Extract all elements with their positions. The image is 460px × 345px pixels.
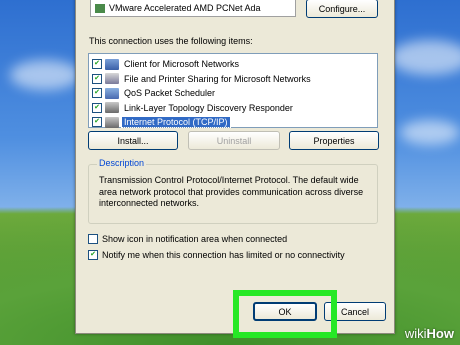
notify-option[interactable]: ✔ Notify me when this connection has lim… bbox=[88, 250, 345, 260]
ok-button-highlight-frame bbox=[233, 290, 337, 338]
checkbox-client[interactable]: ✔ bbox=[92, 59, 102, 70]
checkbox-qos[interactable]: ✔ bbox=[92, 88, 102, 99]
description-text: Transmission Control Protocol/Internet P… bbox=[99, 175, 364, 208]
item-label: Client for Microsoft Networks bbox=[124, 59, 240, 70]
description-title: Description bbox=[97, 158, 147, 168]
wikihow-watermark: wikiHow bbox=[405, 326, 454, 341]
configure-button[interactable]: Configure... bbox=[306, 0, 378, 18]
item-label: File and Printer Sharing for Microsoft N… bbox=[124, 73, 311, 84]
cloud bbox=[390, 40, 460, 75]
show-icon-option[interactable]: Show icon in notification area when conn… bbox=[88, 234, 287, 244]
components-list[interactable]: ✔ Client for Microsoft Networks ✔ File a… bbox=[88, 53, 378, 130]
items-heading: This connection uses the following items… bbox=[89, 36, 253, 46]
properties-button[interactable]: Properties bbox=[289, 131, 379, 150]
cloud bbox=[400, 120, 460, 145]
uninstall-button[interactable]: Uninstall bbox=[188, 131, 280, 150]
list-item[interactable]: ✔ QoS Packet Scheduler bbox=[89, 86, 377, 101]
item-label: Link-Layer Topology Discovery Responder bbox=[124, 102, 293, 113]
notify-checkbox[interactable]: ✔ bbox=[88, 250, 98, 260]
install-button[interactable]: Install... bbox=[88, 131, 178, 150]
qos-scheduler-icon bbox=[105, 87, 119, 99]
protocol-icon bbox=[105, 116, 119, 128]
list-item[interactable]: ✔ File and Printer Sharing for Microsoft… bbox=[89, 72, 377, 87]
item-label: Internet Protocol (TCP/IP) bbox=[121, 116, 231, 129]
network-adapter-icon bbox=[95, 3, 105, 13]
item-label: QoS Packet Scheduler bbox=[124, 88, 216, 99]
local-area-connection-properties-dialog: VMware Accelerated AMD PCNet Ada Configu… bbox=[75, 0, 395, 334]
watermark-how: How bbox=[426, 326, 454, 341]
watermark-wiki: wiki bbox=[404, 326, 427, 341]
protocol-icon bbox=[105, 102, 119, 114]
checkbox-tcpip[interactable]: ✔ bbox=[92, 117, 102, 128]
description-group: Description Transmission Control Protoco… bbox=[88, 158, 378, 224]
adapter-field: VMware Accelerated AMD PCNet Ada bbox=[90, 0, 296, 17]
checkbox-file-sharing[interactable]: ✔ bbox=[92, 73, 102, 84]
notify-label: Notify me when this connection has limit… bbox=[102, 250, 345, 260]
adapter-name: VMware Accelerated AMD PCNet Ada bbox=[109, 3, 261, 13]
network-client-icon bbox=[105, 58, 119, 70]
file-printer-sharing-icon bbox=[105, 73, 119, 85]
checkbox-lltd[interactable]: ✔ bbox=[92, 102, 102, 113]
list-item[interactable]: ✔ Client for Microsoft Networks bbox=[89, 57, 377, 72]
cloud bbox=[10, 60, 80, 90]
show-icon-label: Show icon in notification area when conn… bbox=[102, 234, 288, 244]
show-icon-checkbox[interactable] bbox=[88, 234, 98, 244]
list-item-selected[interactable]: ✔ Internet Protocol (TCP/IP) bbox=[89, 115, 377, 130]
list-item[interactable]: ✔ Link-Layer Topology Discovery Responde… bbox=[89, 101, 377, 116]
